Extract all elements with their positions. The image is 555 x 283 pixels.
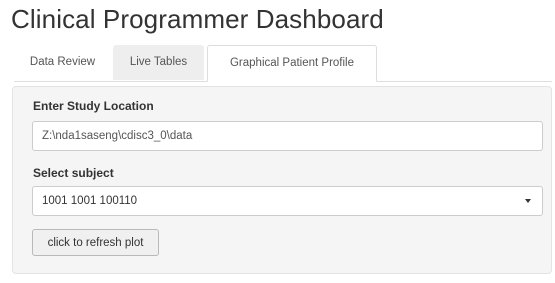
input-panel: Enter Study Location Select subject 1001… — [12, 86, 552, 274]
refresh-plot-button[interactable]: click to refresh plot — [32, 229, 159, 256]
study-location-input[interactable] — [32, 121, 543, 151]
subject-select[interactable]: 1001 1001 100110 — [32, 186, 543, 216]
page-title: Clinical Programmer Dashboard — [11, 4, 384, 34]
subject-label: Select subject — [33, 166, 114, 180]
chevron-down-icon — [525, 199, 531, 203]
tab-data-review[interactable]: Data Review — [14, 45, 111, 80]
tab-bar: Data Review Live Tables Graphical Patien… — [14, 45, 552, 82]
subject-select-value: 1001 1001 100110 — [42, 195, 138, 207]
study-location-label: Enter Study Location — [33, 99, 154, 113]
tab-live-tables[interactable]: Live Tables — [113, 45, 204, 80]
tab-graphical-patient-profile[interactable]: Graphical Patient Profile — [207, 45, 377, 82]
